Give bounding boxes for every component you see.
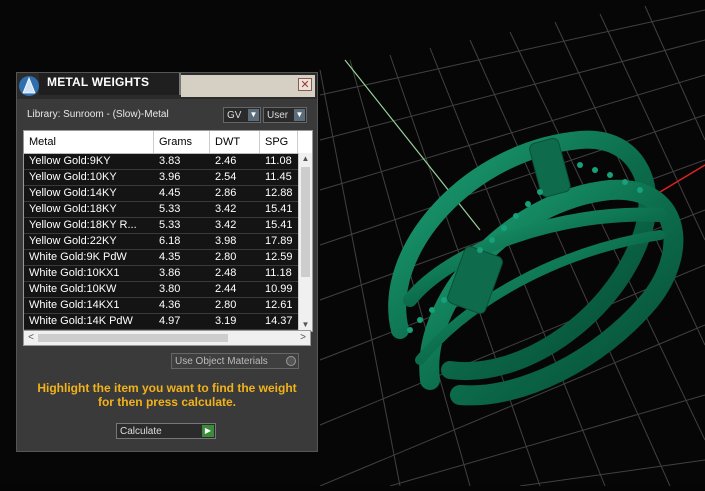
table-row[interactable]: White Gold:14K PdW 4.97 3.19 14.37 xyxy=(24,314,298,330)
table-row[interactable]: Yellow Gold:22KY 6.18 3.98 17.89 xyxy=(24,234,298,250)
metal-cell: Yellow Gold:14KY xyxy=(29,187,117,199)
gv-dropdown[interactable]: GV ▼ xyxy=(223,107,261,123)
header-metal[interactable]: Metal xyxy=(24,131,154,153)
title-bar[interactable]: METAL WEIGHTS ✕ xyxy=(17,73,317,99)
dwt-cell: 3.42 xyxy=(215,219,237,231)
grams-cell: 4.97 xyxy=(159,315,181,327)
metal-cell: Yellow Gold:10KY xyxy=(29,171,117,183)
table-header: Metal Grams DWT SPG xyxy=(24,131,312,154)
table-row[interactable]: White Gold:9K PdW 4.35 2.80 12.59 xyxy=(24,250,298,266)
calculate-dropdown[interactable]: Calculate ▶ xyxy=(116,423,216,439)
chevron-down-icon: ▼ xyxy=(248,109,259,121)
table-row[interactable]: Yellow Gold:9KY 3.83 2.46 11.08 xyxy=(24,154,298,170)
metal-weights-dialog: METAL WEIGHTS ✕ Library: Sunroom - (Slow… xyxy=(16,72,318,452)
spg-cell: 12.88 xyxy=(265,187,293,199)
instruction-line-1: Highlight the item you want to find the … xyxy=(37,381,297,395)
header-spg[interactable]: SPG xyxy=(260,131,298,153)
metal-cell: Yellow Gold:18KY xyxy=(29,203,117,215)
scroll-up-icon[interactable]: ▲ xyxy=(299,153,312,165)
radio-icon xyxy=(286,356,296,366)
dwt-cell: 2.48 xyxy=(215,267,237,279)
metal-cell: Yellow Gold:9KY xyxy=(29,155,111,167)
instruction-line-2: for then press calculate. xyxy=(97,395,237,409)
grams-cell: 5.33 xyxy=(159,219,181,231)
metal-cell: White Gold:9K PdW xyxy=(29,251,127,263)
spg-cell: 12.61 xyxy=(265,299,293,311)
grams-cell: 3.83 xyxy=(159,155,181,167)
dwt-cell: 2.44 xyxy=(215,283,237,295)
table-row[interactable]: White Gold:14KX1 4.36 2.80 12.61 xyxy=(24,298,298,314)
calculate-label: Calculate xyxy=(120,426,162,437)
header-dwt[interactable]: DWT xyxy=(210,131,260,153)
dialog-title: METAL WEIGHTS xyxy=(47,75,150,89)
library-label: Library: Sunroom - (Slow)-Metal xyxy=(27,109,169,120)
table-row[interactable]: Yellow Gold:18KY R... 5.33 3.42 15.41 xyxy=(24,218,298,234)
spg-cell: 14.37 xyxy=(265,315,293,327)
horizontal-scrollbar[interactable]: < > xyxy=(23,330,311,346)
metal-cell: White Gold:10KW xyxy=(29,283,117,295)
grams-cell: 3.96 xyxy=(159,171,181,183)
grams-cell: 4.45 xyxy=(159,187,181,199)
grams-cell: 4.35 xyxy=(159,251,181,263)
vertical-scrollbar[interactable]: ▲ ▼ xyxy=(298,153,312,331)
metal-cell: White Gold:14K PdW xyxy=(29,315,133,327)
close-icon: ✕ xyxy=(300,79,310,91)
dwt-cell: 3.98 xyxy=(215,235,237,247)
table-row[interactable]: White Gold:10KX1 3.86 2.48 11.18 xyxy=(24,266,298,282)
grams-cell: 3.80 xyxy=(159,283,181,295)
scroll-left-icon[interactable]: < xyxy=(25,332,37,344)
table-row[interactable]: White Gold:10KW 3.80 2.44 10.99 xyxy=(24,282,298,298)
spg-cell: 15.41 xyxy=(265,219,293,231)
scroll-thumb[interactable] xyxy=(38,334,228,342)
spg-cell: 17.89 xyxy=(265,235,293,247)
spg-cell: 15.41 xyxy=(265,203,293,215)
use-object-materials-toggle[interactable]: Use Object Materials xyxy=(171,353,299,369)
metal-cell: Yellow Gold:18KY R... xyxy=(29,219,137,231)
dwt-cell: 2.80 xyxy=(215,251,237,263)
user-dropdown[interactable]: User ▼ xyxy=(263,107,307,123)
spg-cell: 11.08 xyxy=(265,155,292,167)
grams-cell: 5.33 xyxy=(159,203,181,215)
close-button[interactable]: ✕ xyxy=(298,78,312,91)
dwt-cell: 2.86 xyxy=(215,187,237,199)
chevron-down-icon: ▼ xyxy=(294,109,305,121)
spg-cell: 12.59 xyxy=(265,251,293,263)
use-object-materials-label: Use Object Materials xyxy=(175,356,268,367)
scroll-right-icon[interactable]: > xyxy=(297,332,309,344)
dwt-cell: 2.46 xyxy=(215,155,237,167)
spg-cell: 11.18 xyxy=(265,267,292,279)
table-row[interactable]: Yellow Gold:14KY 4.45 2.86 12.88 xyxy=(24,186,298,202)
app-logo-icon xyxy=(17,73,41,99)
dwt-cell: 3.42 xyxy=(215,203,237,215)
grams-cell: 6.18 xyxy=(159,235,181,247)
dwt-cell: 2.80 xyxy=(215,299,237,311)
dwt-cell: 2.54 xyxy=(215,171,237,183)
instruction-text: Highlight the item you want to find the … xyxy=(27,381,307,409)
metal-cell: Yellow Gold:22KY xyxy=(29,235,117,247)
metal-table[interactable]: Metal Grams DWT SPG Yellow Gold:9KY 3.83 2… xyxy=(23,130,313,332)
grams-cell: 4.36 xyxy=(159,299,181,311)
table-row[interactable]: Yellow Gold:10KY 3.96 2.54 11.45 xyxy=(24,170,298,186)
gv-dropdown-value: GV xyxy=(227,110,242,121)
metal-cell: White Gold:14KX1 xyxy=(29,299,120,311)
grams-cell: 3.86 xyxy=(159,267,181,279)
spg-cell: 10.99 xyxy=(265,283,293,295)
spg-cell: 11.45 xyxy=(265,171,292,183)
user-dropdown-value: User xyxy=(267,110,289,121)
scroll-thumb[interactable] xyxy=(301,167,310,277)
metal-cell: White Gold:10KX1 xyxy=(29,267,120,279)
play-icon[interactable]: ▶ xyxy=(202,425,214,437)
dwt-cell: 3.19 xyxy=(215,315,237,327)
header-grams[interactable]: Grams xyxy=(154,131,210,153)
table-row[interactable]: Yellow Gold:18KY 5.33 3.42 15.41 xyxy=(24,202,298,218)
